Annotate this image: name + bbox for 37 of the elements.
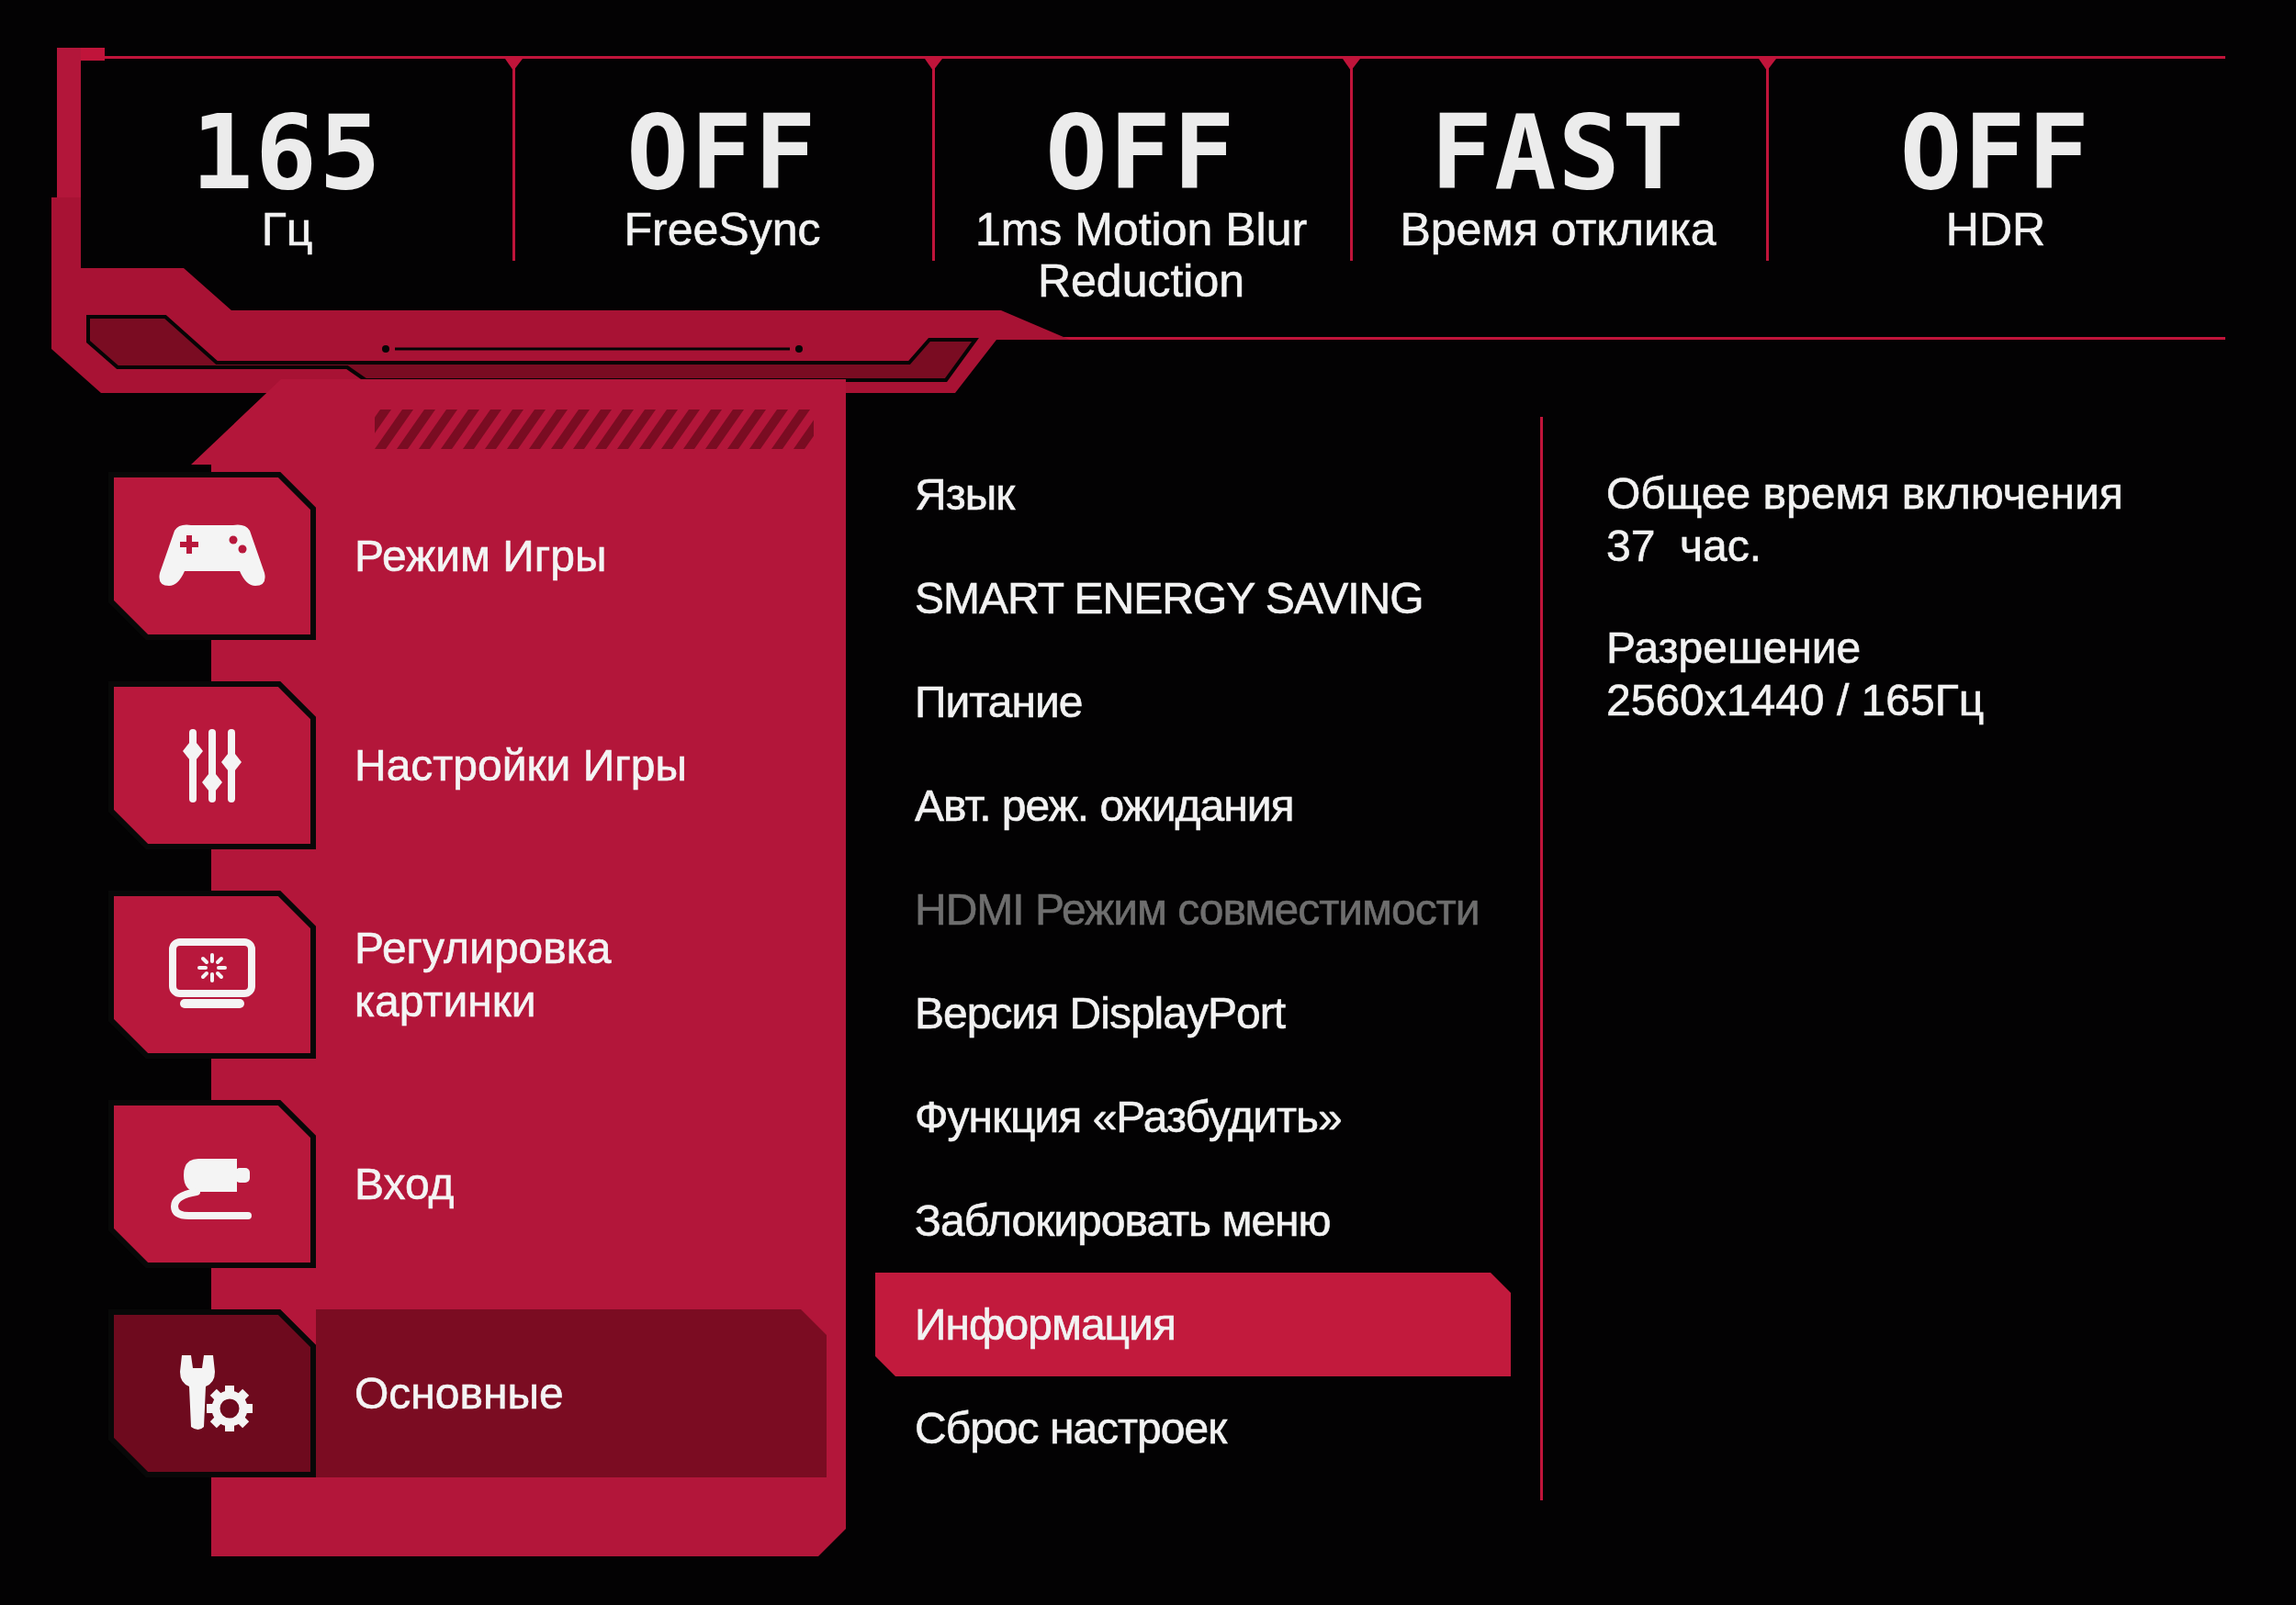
status-value: FAST (1430, 101, 1686, 204)
info-value: 37 час. (1606, 521, 1762, 572)
frame-notch (505, 59, 523, 71)
status-value: 165 (191, 101, 383, 204)
monitor-icon (108, 891, 316, 1059)
status-label: FreeSync (623, 204, 822, 255)
menu-item[interactable]: Питание (875, 650, 1511, 754)
sliders-icon (108, 681, 316, 849)
menu-item[interactable]: Функция «Разбудить» (875, 1065, 1511, 1169)
status-label: HDR (1944, 204, 2047, 255)
sidebar-item[interactable]: Регулировка картинки (108, 891, 827, 1059)
status-value: OFF (1045, 101, 1237, 204)
status-value: OFF (626, 101, 818, 204)
sidebar-item[interactable]: Режим Игры (108, 472, 827, 640)
frame-notch (1759, 59, 1776, 71)
menu-item[interactable]: SMART ENERGY SAVING (875, 546, 1511, 650)
menu-item[interactable]: Заблокировать меню (875, 1169, 1511, 1273)
status-label: Время отклика (1399, 204, 1717, 255)
menu-item[interactable]: Сброс настроек (875, 1376, 1511, 1480)
menu-item[interactable]: Версия DisplayPort (875, 961, 1511, 1065)
menu-item[interactable]: Информация (875, 1273, 1511, 1376)
gamepad-icon (108, 472, 316, 640)
info-value: 2560x1440 / 165Гц (1606, 675, 1985, 726)
wrench-gear-icon (108, 1309, 316, 1477)
sidebar-item[interactable]: Вход (108, 1100, 827, 1268)
frame-notch (925, 59, 942, 71)
sidebar-item[interactable]: Настройки Игры (108, 681, 827, 849)
menu-item[interactable]: Язык (875, 443, 1511, 546)
status-value: OFF (1899, 101, 2092, 204)
info-label: Разрешение (1606, 623, 1862, 674)
status-label: Гц (260, 204, 314, 255)
plug-icon (108, 1100, 316, 1268)
frame-notch (1343, 59, 1360, 71)
info-label: Общее время включения (1606, 468, 2123, 520)
menu-item[interactable]: Авт. реж. ожидания (875, 754, 1511, 858)
status-label: 1ms Motion Blur Reduction (974, 204, 1309, 307)
sidebar-item[interactable]: Основные (108, 1309, 827, 1477)
